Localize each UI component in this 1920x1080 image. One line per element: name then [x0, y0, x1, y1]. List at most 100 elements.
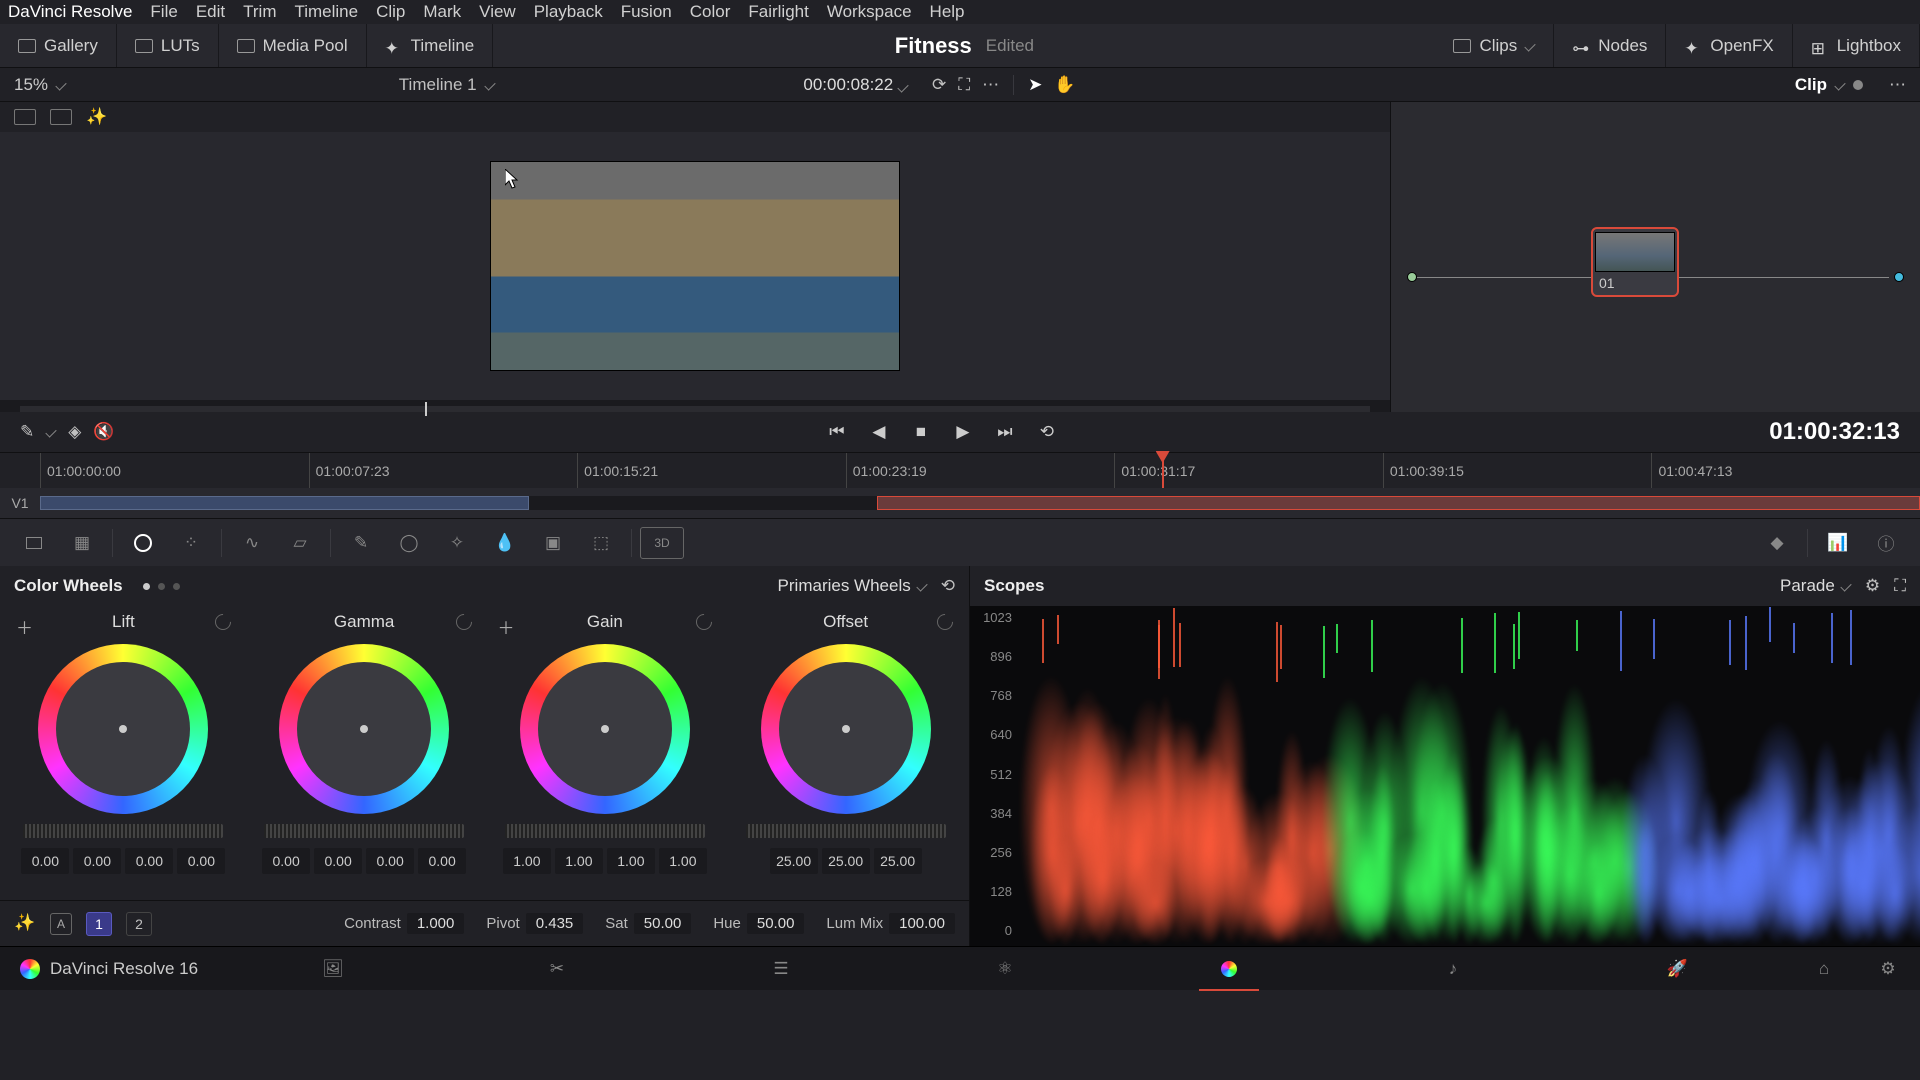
app-brand[interactable]: DaVinci Resolve — [8, 2, 132, 22]
node-graph[interactable]: 01 — [1390, 102, 1920, 412]
reset-icon[interactable] — [211, 611, 234, 634]
wheel-value[interactable]: 0.00 — [366, 848, 414, 874]
menu-color[interactable]: Color — [690, 2, 731, 22]
wheel-value[interactable]: 0.00 — [314, 848, 362, 874]
bypass-icon[interactable]: ⟳ — [932, 75, 946, 95]
viewer-scrubber[interactable] — [20, 406, 1370, 412]
playhead[interactable] — [1162, 453, 1164, 488]
home-icon[interactable]: ⌂ — [1812, 959, 1836, 979]
magic-wand-icon[interactable]: ✨ — [86, 107, 107, 127]
luts-button[interactable]: LUTs — [117, 24, 219, 67]
color-wheel[interactable] — [761, 644, 931, 814]
window-icon[interactable]: ◯ — [387, 527, 431, 559]
key-icon[interactable]: ▣ — [531, 527, 575, 559]
node-output-icon[interactable] — [1894, 272, 1904, 282]
viewer-canvas[interactable] — [0, 132, 1390, 400]
viewer-timecode[interactable]: 00:00:08:22 — [793, 75, 918, 95]
pointer-tool-icon[interactable]: ➤ — [1028, 75, 1042, 95]
openfx-button[interactable]: ✦OpenFX — [1666, 24, 1792, 67]
auto-balance-icon[interactable]: ✨ — [14, 913, 36, 935]
layers-icon[interactable]: ◈ — [68, 422, 81, 442]
nodes-button[interactable]: ⊶Nodes — [1554, 24, 1666, 67]
sizing-icon[interactable]: ⬚ — [579, 527, 623, 559]
page-dots[interactable] — [143, 583, 180, 590]
param-hue[interactable]: Hue50.00 — [713, 913, 804, 934]
wheel-value[interactable]: 0.00 — [125, 848, 173, 874]
jog-wheel[interactable] — [746, 824, 946, 838]
reset-icon[interactable]: ⟲ — [941, 576, 955, 596]
master-timecode[interactable]: 01:00:32:13 — [1769, 418, 1900, 446]
node-source-icon[interactable] — [1407, 272, 1417, 282]
color-wheel[interactable] — [520, 644, 690, 814]
first-frame-button[interactable]: ⏮ — [826, 421, 848, 443]
clip-segment[interactable] — [877, 496, 1920, 510]
edit-page-icon[interactable]: ☰ — [769, 959, 793, 979]
tracker-icon[interactable]: ✧ — [435, 527, 479, 559]
param-pivot[interactable]: Pivot0.435 — [486, 913, 583, 934]
track-label[interactable]: V1 — [0, 495, 40, 511]
zoom-dropdown[interactable]: 15% — [0, 75, 100, 95]
picker-icon[interactable] — [738, 614, 754, 630]
loop-button[interactable]: ⟲ — [1036, 421, 1058, 443]
rgb-mixer-icon[interactable]: ⁘ — [169, 527, 213, 559]
wheel-value[interactable]: 1.00 — [607, 848, 655, 874]
menu-trim[interactable]: Trim — [243, 2, 276, 22]
wheel-value[interactable]: 0.00 — [262, 848, 310, 874]
qualifier-picker-icon[interactable]: ✎ — [20, 422, 34, 442]
hand-tool-icon[interactable]: ✋ — [1054, 75, 1075, 95]
wheel-value[interactable]: 25.00 — [874, 848, 922, 874]
scopes-settings-icon[interactable]: ⚙ — [1865, 576, 1880, 596]
qualifier-icon[interactable]: ✎ — [339, 527, 383, 559]
3d-icon[interactable]: 3D — [640, 527, 684, 559]
camera-raw-icon[interactable] — [12, 527, 56, 559]
step-forward-button[interactable]: ⏭ — [994, 421, 1016, 443]
play-button[interactable]: ▶ — [952, 421, 974, 443]
pick-white-icon[interactable]: A — [50, 913, 72, 935]
settings-icon[interactable]: ⚙ — [1876, 959, 1900, 979]
timeline-ruler[interactable]: 01:00:00:00 01:00:07:23 01:00:15:21 01:0… — [0, 452, 1920, 488]
wheel-value[interactable]: 1.00 — [503, 848, 551, 874]
scopes-icon[interactable]: 📊 — [1816, 527, 1860, 559]
wheel-value[interactable]: 25.00 — [770, 848, 818, 874]
page-1-tab[interactable]: 1 — [86, 912, 112, 936]
deliver-page-icon[interactable]: 🚀 — [1665, 959, 1689, 979]
param-sat[interactable]: Sat50.00 — [605, 913, 691, 934]
gallery-button[interactable]: Gallery — [0, 24, 117, 67]
menu-fairlight[interactable]: Fairlight — [748, 2, 808, 22]
lightbox-button[interactable]: ⊞Lightbox — [1793, 24, 1920, 67]
reset-icon[interactable] — [693, 611, 716, 634]
stop-button[interactable]: ■ — [910, 421, 932, 443]
media-page-icon[interactable]: 🖼 — [321, 959, 345, 979]
wheel-value[interactable]: 1.00 — [555, 848, 603, 874]
menu-mark[interactable]: Mark — [423, 2, 461, 22]
mute-icon[interactable]: 🔇 — [93, 422, 114, 442]
picker-icon[interactable]: ＋ — [16, 614, 32, 630]
picker-icon[interactable]: ＋ — [498, 614, 514, 630]
menu-view[interactable]: View — [479, 2, 516, 22]
reset-icon[interactable] — [934, 611, 957, 634]
warper-icon[interactable]: ▱ — [278, 527, 322, 559]
menu-file[interactable]: File — [150, 2, 177, 22]
jog-wheel[interactable] — [23, 824, 223, 838]
jog-wheel[interactable] — [264, 824, 464, 838]
imagewipe-icon[interactable] — [14, 109, 36, 125]
jog-wheel[interactable] — [505, 824, 705, 838]
step-back-button[interactable]: ◀ — [868, 421, 890, 443]
menu-workspace[interactable]: Workspace — [827, 2, 912, 22]
reset-icon[interactable] — [452, 611, 475, 634]
track-bar[interactable] — [40, 496, 1920, 510]
options-icon[interactable]: ⋯ — [982, 75, 999, 95]
color-wheels-icon[interactable] — [121, 527, 165, 559]
menu-help[interactable]: Help — [930, 2, 965, 22]
info-icon[interactable]: ⓘ — [1864, 527, 1908, 559]
wheel-value[interactable]: 0.00 — [418, 848, 466, 874]
color-page-icon[interactable] — [1217, 959, 1241, 979]
cut-page-icon[interactable]: ✂ — [545, 959, 569, 979]
splitscreen-icon[interactable] — [50, 109, 72, 125]
blur-icon[interactable]: 💧 — [483, 527, 527, 559]
node-options-icon[interactable]: ⋯ — [1889, 75, 1906, 95]
fairlight-page-icon[interactable]: ♪ — [1441, 959, 1465, 979]
scopes-expand-icon[interactable]: ⛶ — [1894, 576, 1906, 596]
wheel-value[interactable]: 0.00 — [73, 848, 121, 874]
color-wheel[interactable] — [279, 644, 449, 814]
